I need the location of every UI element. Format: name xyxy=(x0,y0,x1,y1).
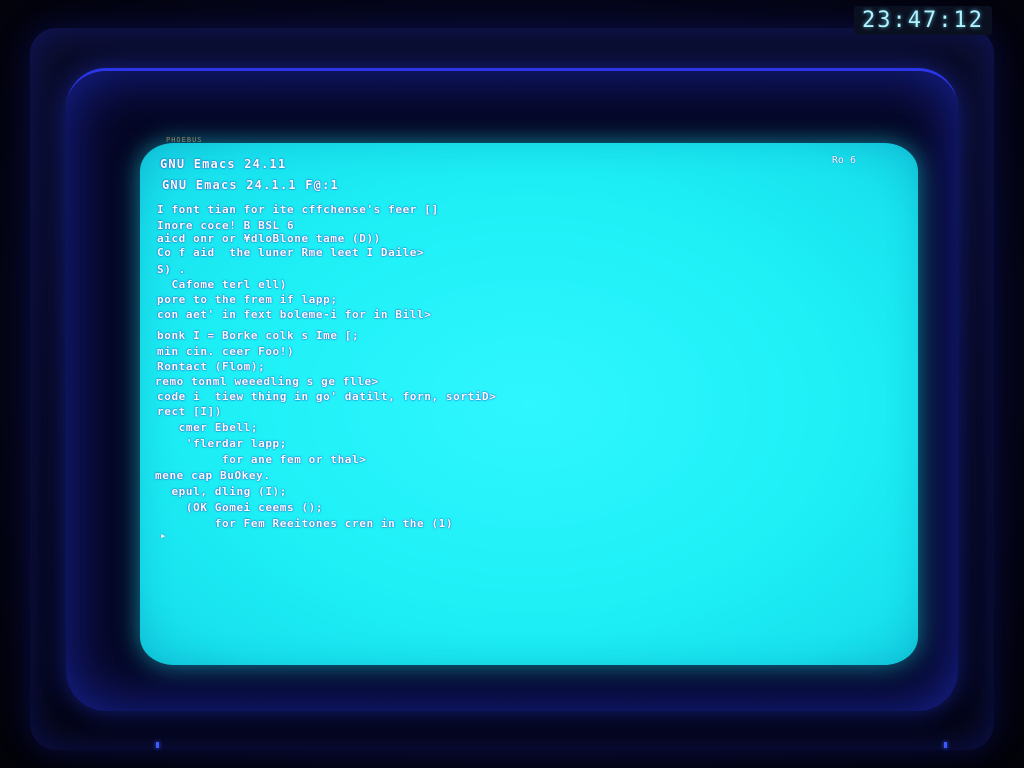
code-line: con aet' in fext boleme-i for in Bill> xyxy=(157,308,432,321)
code-line: Co f aid the luner Rme leet I Daile> xyxy=(157,246,425,259)
power-led-left xyxy=(156,742,159,748)
code-line: (OK Gomei ceems (); xyxy=(157,501,324,514)
power-led-right xyxy=(944,742,947,748)
crt-monitor-scene: PHOEBUS Ro 6 GNU Emacs 24.11 GNU Emacs 2… xyxy=(0,0,1024,768)
code-line: remo tonml weeedling s ge flle> xyxy=(155,375,379,388)
code-line: min cin. ceer Foo!) xyxy=(157,345,295,358)
code-line: I font tian for ite cffchense's feer [] xyxy=(157,203,439,216)
code-line: bonk I = Borke colk s Ime [; xyxy=(157,329,360,342)
mode-indicator: Ro 6 xyxy=(831,155,856,166)
code-line: for Fem Reeitones cren in the (1) xyxy=(157,517,454,530)
code-line: pore to the frem if lapp; xyxy=(157,293,338,306)
code-line: rect [I]) xyxy=(157,405,223,418)
code-line: Rontact (Flom); xyxy=(157,360,266,373)
code-line: 'flerdar lapp; xyxy=(157,437,288,450)
code-line: S) . xyxy=(157,263,186,276)
code-line: Cafome terl ell) xyxy=(157,278,288,291)
terminal-screen[interactable]: Ro 6 GNU Emacs 24.11 GNU Emacs 24.1.1 F@… xyxy=(140,143,918,665)
code-line: Inore coce! B BSL 6 xyxy=(157,219,295,232)
code-line: aicd onr or ¥dloBlone tame (D)) xyxy=(157,232,381,245)
text-cursor: ▸ xyxy=(160,529,167,542)
code-line: cmer Ebell; xyxy=(157,421,259,434)
emacs-title-line: GNU Emacs 24.11 xyxy=(160,157,287,171)
code-line: for ane fem or thal> xyxy=(157,453,367,466)
emacs-version-line: GNU Emacs 24.1.1 F@:1 xyxy=(162,178,339,192)
code-line: code i tiew thing in go' datilt, forn, s… xyxy=(157,390,497,403)
code-line: epul, dling (I); xyxy=(157,485,288,498)
clock-overlay: 23:47:12 xyxy=(854,6,992,35)
code-line: mene cap BuOkey. xyxy=(155,469,271,482)
